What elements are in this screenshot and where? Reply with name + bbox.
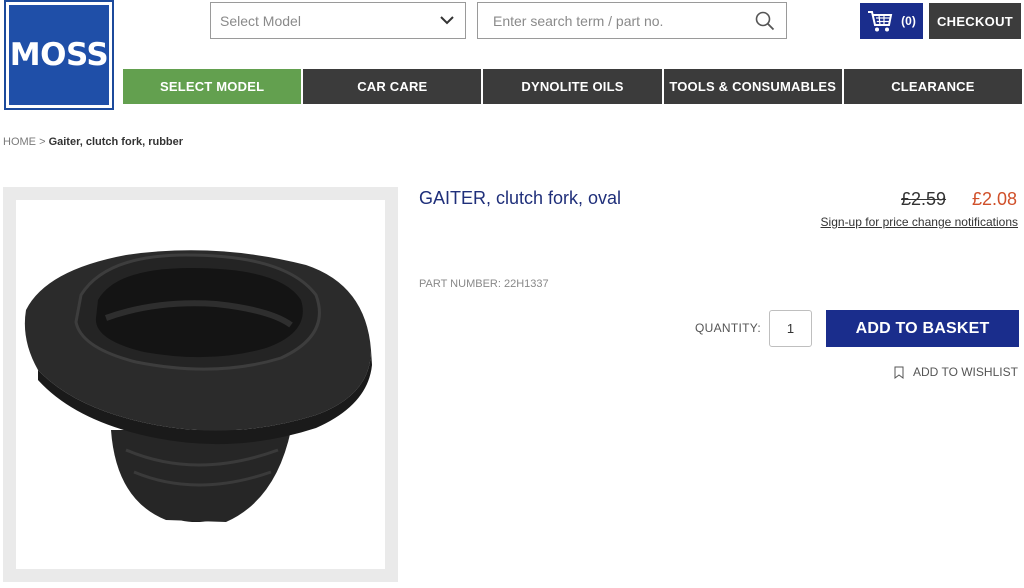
breadcrumb: HOME > Gaiter, clutch fork, rubber <box>3 136 183 148</box>
part-number-label: PART NUMBER: <box>419 278 501 290</box>
model-select[interactable]: Select Model <box>210 2 466 39</box>
quantity-input[interactable]: 1 <box>769 310 812 347</box>
checkout-button[interactable]: CHECKOUT <box>929 3 1021 39</box>
breadcrumb-home[interactable]: HOME <box>3 136 36 148</box>
logo-badge: MOSS <box>9 5 109 105</box>
add-to-wishlist-link[interactable]: ADD TO WISHLIST <box>894 365 1018 379</box>
cart-icon <box>868 11 893 32</box>
nav-item-dynolite-oils[interactable]: DYNOLITE OILS <box>483 69 664 104</box>
search-placeholder: Enter search term / part no. <box>493 12 664 29</box>
nav-item-select-model[interactable]: SELECT MODEL <box>123 69 304 104</box>
cart-button[interactable]: (0) <box>860 3 923 39</box>
nav-item-car-care[interactable]: CAR CARE <box>303 69 484 104</box>
search-input[interactable]: Enter search term / part no. <box>477 2 787 39</box>
moss-logo[interactable]: MOSS <box>4 0 114 110</box>
nav-item-tools-consumables[interactable]: TOOLS & CONSUMABLES <box>663 69 844 104</box>
price-original: £2.59 <box>901 189 947 209</box>
logo-text: MOSS <box>9 37 109 73</box>
part-number: PART NUMBER: 22H1337 <box>419 278 549 290</box>
breadcrumb-separator: > <box>39 136 46 148</box>
cart-count: (0) <box>901 14 916 28</box>
product-title: GAITER, clutch fork, oval <box>419 188 622 208</box>
product-image-panel <box>3 187 398 582</box>
breadcrumb-current: Gaiter, clutch fork, rubber <box>48 136 184 148</box>
price-notification-link[interactable]: Sign-up for price change notifications <box>821 215 1018 229</box>
main-nav: SELECT MODEL CAR CARE DYNOLITE OILS TOOL… <box>123 69 1023 104</box>
quantity-label: QUANTITY: <box>695 321 762 335</box>
wishlist-label: ADD TO WISHLIST <box>913 365 1018 379</box>
product-image[interactable] <box>16 200 385 569</box>
add-to-basket-button[interactable]: ADD TO BASKET <box>826 310 1019 347</box>
model-select-placeholder: Select Model <box>220 12 301 29</box>
nav-item-clearance[interactable]: CLEARANCE <box>843 69 1023 104</box>
price-sale: £2.08 <box>972 189 1018 209</box>
bookmark-icon <box>894 366 904 379</box>
search-icon[interactable] <box>755 11 775 31</box>
gaiter-image <box>24 250 372 522</box>
chevron-down-icon <box>440 16 454 25</box>
part-number-value: 22H1337 <box>503 278 549 290</box>
